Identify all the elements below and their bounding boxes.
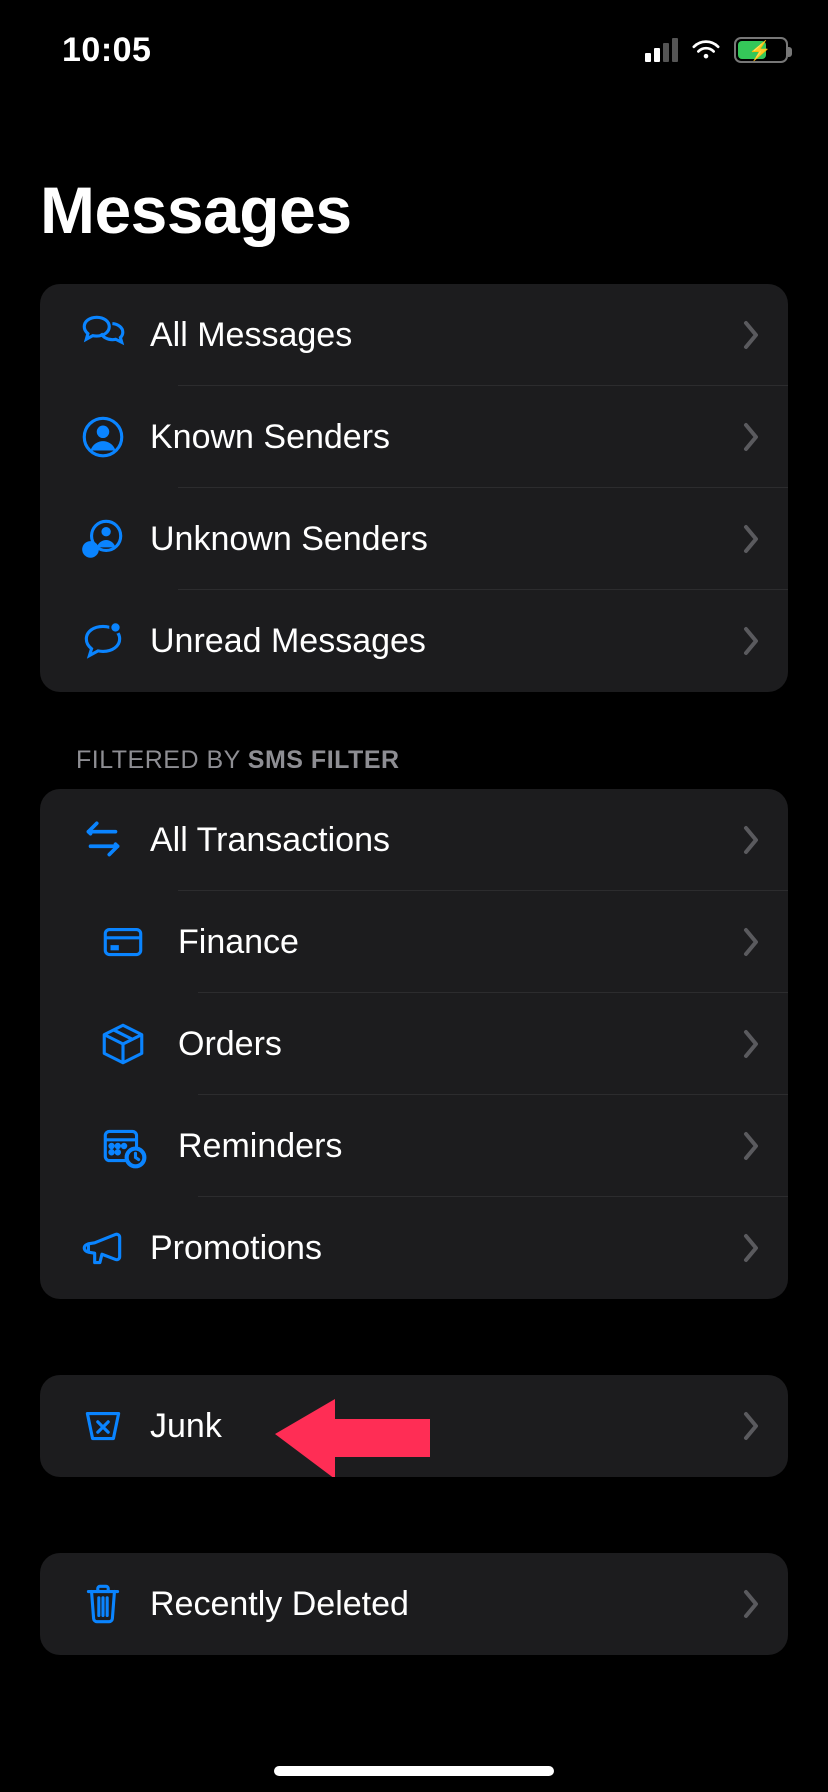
row-label: Orders	[158, 1025, 742, 1064]
section-header-prefix: FILTERED BY	[76, 746, 248, 774]
row-finance[interactable]: Finance	[40, 891, 788, 993]
row-label: Known Senders	[138, 418, 742, 457]
chevron-right-icon	[742, 422, 760, 452]
svg-text:?: ?	[87, 545, 94, 557]
group-recently-deleted: Recently Deleted	[40, 1553, 788, 1655]
row-all-transactions[interactable]: All Transactions	[40, 789, 788, 891]
wifi-icon	[690, 38, 722, 62]
chevron-right-icon	[742, 825, 760, 855]
chevron-right-icon	[742, 626, 760, 656]
calendar-clock-icon	[68, 1121, 158, 1171]
row-all-messages[interactable]: All Messages	[40, 284, 788, 386]
row-unread-messages[interactable]: Unread Messages	[40, 590, 788, 692]
status-time: 10:05	[40, 31, 151, 70]
row-unknown-senders[interactable]: ? Unknown Senders	[40, 488, 788, 590]
row-label: All Transactions	[138, 821, 742, 860]
chevron-right-icon	[742, 1233, 760, 1263]
chevron-right-icon	[742, 524, 760, 554]
chevron-right-icon	[742, 1589, 760, 1619]
row-label: Promotions	[138, 1229, 742, 1268]
group-junk: Junk	[40, 1375, 788, 1477]
row-label: Unknown Senders	[138, 520, 742, 559]
person-question-icon: ?	[68, 514, 138, 564]
battery-charging-icon: ⚡	[748, 40, 772, 64]
row-label: Finance	[158, 923, 742, 962]
chevron-right-icon	[742, 320, 760, 350]
package-box-icon	[68, 1019, 158, 1069]
row-label: Reminders	[158, 1127, 742, 1166]
group-sms-filter: All Transactions Finance	[40, 789, 788, 1299]
row-label: All Messages	[138, 316, 742, 355]
row-label: Unread Messages	[138, 622, 742, 661]
chevron-right-icon	[742, 1411, 760, 1441]
arrows-swap-icon	[68, 815, 138, 865]
person-circle-icon	[68, 412, 138, 462]
cell-signal-icon	[645, 38, 678, 62]
megaphone-icon	[68, 1223, 138, 1273]
chevron-right-icon	[742, 927, 760, 957]
row-label: Recently Deleted	[138, 1585, 742, 1624]
section-header-filtered: FILTERED BY SMS FILTER	[40, 692, 788, 789]
battery-icon: ⚡	[734, 37, 788, 63]
row-recently-deleted[interactable]: Recently Deleted	[40, 1553, 788, 1655]
section-header-filter-name: SMS FILTER	[248, 746, 400, 774]
home-indicator	[274, 1766, 554, 1776]
junk-bin-icon	[68, 1401, 138, 1451]
credit-card-icon	[68, 917, 158, 967]
chat-bubbles-icon	[68, 310, 138, 360]
status-bar: 10:05 ⚡	[0, 0, 828, 100]
page-title: Messages	[0, 100, 828, 284]
status-icons: ⚡	[645, 37, 788, 63]
group-main-filters: All Messages Known Senders	[40, 284, 788, 692]
row-known-senders[interactable]: Known Senders	[40, 386, 788, 488]
row-reminders[interactable]: Reminders	[40, 1095, 788, 1197]
row-junk[interactable]: Junk	[40, 1375, 788, 1477]
row-label: Junk	[138, 1407, 742, 1446]
trash-icon	[68, 1579, 138, 1629]
chevron-right-icon	[742, 1131, 760, 1161]
chevron-right-icon	[742, 1029, 760, 1059]
chat-bubble-dot-icon	[68, 616, 138, 666]
row-promotions[interactable]: Promotions	[40, 1197, 788, 1299]
row-orders[interactable]: Orders	[40, 993, 788, 1095]
